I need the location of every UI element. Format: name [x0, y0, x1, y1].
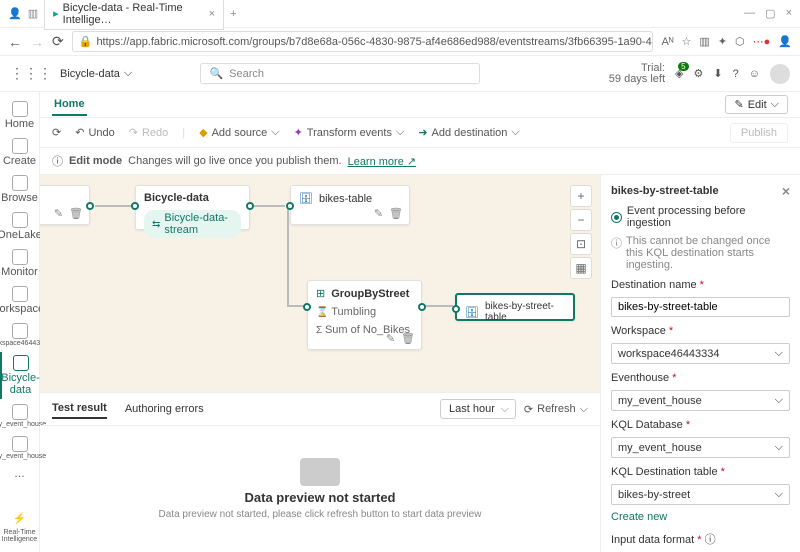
back-icon[interactable]: ←	[8, 34, 22, 50]
edit-button[interactable]: ✎ Edit ⌵	[725, 95, 788, 114]
delete-icon[interactable]: 🗑	[401, 332, 415, 345]
map-icon[interactable]: ▦	[570, 257, 592, 279]
profile2-icon[interactable]: 👤	[778, 35, 792, 48]
avatar[interactable]	[770, 64, 790, 84]
nav-onelake[interactable]: OneLake	[0, 209, 39, 244]
gear-icon[interactable]: ⚙	[694, 67, 704, 80]
nav-more[interactable]: …	[0, 465, 39, 483]
nav-event-house2[interactable]: my_event_house	[0, 433, 39, 463]
workspace-select[interactable]: workspace46443334⌵	[611, 343, 790, 364]
reload-icon[interactable]: ⟳	[52, 33, 64, 50]
trial-status: Trial: 59 days left	[609, 63, 665, 85]
url-text: https://app.fabric.microsoft.com/groups/…	[96, 36, 653, 48]
radio-processing[interactable]: Event processing before ingestion	[611, 205, 790, 229]
close-panel-icon[interactable]: ×	[782, 183, 790, 199]
download-icon[interactable]: ⬇	[713, 67, 722, 80]
edit-icon[interactable]: ✎	[54, 207, 63, 220]
publish-button: Publish	[730, 123, 788, 143]
ext2-icon[interactable]: ⬡	[735, 35, 745, 48]
redo-button: ↷ Redo	[129, 126, 169, 139]
transform-button[interactable]: ✦ Transform events ⌵	[294, 126, 405, 139]
nav-realtime[interactable]: ⚡Real-Time Intelligence	[0, 509, 39, 546]
refresh-button[interactable]: ⟳ Refresh ⌵	[524, 403, 588, 416]
preview-empty: Data preview not started Data preview no…	[40, 426, 600, 552]
nav-workspace4[interactable]: workspace46443334	[0, 320, 39, 350]
diamond-icon[interactable]: ◈	[675, 67, 683, 80]
fit-icon[interactable]: ⊡	[570, 233, 592, 255]
help-icon[interactable]: ?	[733, 68, 739, 80]
chevron-down-icon: ⌵	[124, 67, 132, 80]
node-group[interactable]: ⊞GroupByStreet ⌛ Tumbling Σ Sum of No_Bi…	[307, 280, 422, 350]
forward-icon: →	[30, 34, 44, 50]
minimize-icon[interactable]: —	[744, 7, 755, 20]
time-range-select[interactable]: Last hour	[440, 399, 516, 419]
node-bikes-table[interactable]: 🗄bikes-table ✎🗑	[290, 185, 410, 225]
nav-workspaces[interactable]: Workspaces	[0, 283, 39, 318]
url-field[interactable]: 🔒 https://app.fabric.microsoft.com/group…	[72, 31, 654, 52]
zoom-in-icon[interactable]: +	[570, 185, 592, 207]
add-source-button[interactable]: ◆ Add source ⌵	[199, 126, 279, 139]
kql-table-select[interactable]: bikes-by-street⌵	[611, 484, 790, 505]
left-nav: Home Create Browse OneLake Monitor Works…	[0, 92, 40, 552]
dest-name-input[interactable]	[611, 297, 790, 317]
canvas[interactable]: ✎🗑 Bicycle-data ⇆ Bicycle-data-stream 🗄b…	[40, 175, 600, 392]
undo-button[interactable]: ↶ Undo	[75, 126, 115, 139]
delete-icon[interactable]: 🗑	[389, 207, 403, 220]
maximize-icon[interactable]: ▢	[765, 7, 775, 20]
close-window-icon[interactable]: ×	[786, 7, 792, 20]
tab-authoring-errors[interactable]: Authoring errors	[125, 400, 204, 418]
database-icon: 🗄	[465, 306, 479, 319]
breadcrumb[interactable]: Bicycle-data ⌵	[60, 67, 132, 80]
stream-pill: ⇆ Bicycle-data-stream	[144, 210, 241, 238]
node-dest[interactable]: 🗄bikes-by-street-table	[455, 293, 575, 321]
node-source[interactable]: Bicycle-data ⇆ Bicycle-data-stream	[135, 185, 250, 230]
group-icon: ⊞	[316, 287, 325, 300]
info-icon: ⓘ	[52, 153, 63, 169]
search-icon: 🔍	[209, 67, 223, 80]
tab-title: Bicycle-data - Real-Time Intellige…	[63, 2, 199, 26]
panel-note: ⓘThis cannot be changed once this KQL de…	[611, 235, 790, 271]
delete-icon[interactable]: 🗑	[69, 207, 83, 220]
nav-browse[interactable]: Browse	[0, 172, 39, 207]
read-icon[interactable]: Aᴺ	[661, 36, 673, 48]
info-bar: ⓘ Edit mode Changes will go live once yo…	[40, 148, 800, 175]
edit-icon[interactable]: ✎	[374, 207, 383, 220]
browser-tab[interactable]: ▸ Bicycle-data - Real-Time Intellige… ×	[44, 0, 224, 30]
edit-icon[interactable]: ✎	[386, 332, 395, 345]
zoom-controls: + − ⊡ ▦	[570, 185, 592, 279]
info-icon[interactable]: ⓘ	[705, 534, 716, 546]
close-tab-icon[interactable]: ×	[209, 8, 215, 20]
nav-create[interactable]: Create	[0, 135, 39, 170]
nav-home[interactable]: Home	[0, 98, 39, 133]
lock-icon: 🔒	[79, 35, 93, 48]
nav-monitor[interactable]: Monitor	[0, 246, 39, 281]
nav-bicycle-data[interactable]: Bicycle-data	[0, 352, 39, 399]
nav-event-house1[interactable]: my_event_house	[0, 401, 39, 431]
collections-icon[interactable]: ▥	[699, 35, 709, 48]
database-icon: 🗄	[299, 192, 313, 205]
new-tab-icon[interactable]: +	[230, 8, 236, 20]
ext3-icon[interactable]: ⋯●	[753, 35, 771, 48]
refresh-icon[interactable]: ⟳	[52, 126, 61, 139]
profile-icon[interactable]: 👤	[8, 7, 22, 20]
smile-icon[interactable]: ☺	[749, 68, 760, 80]
tab-test-result[interactable]: Test result	[52, 399, 107, 419]
add-dest-button[interactable]: ➜ Add destination ⌵	[418, 126, 519, 139]
learn-more-link[interactable]: Learn more ↗	[348, 155, 417, 168]
star-icon[interactable]: ☆	[682, 35, 692, 48]
tabs-icon[interactable]: ▥	[28, 7, 38, 20]
tab-home[interactable]: Home	[52, 94, 87, 116]
create-new-link[interactable]: Create new	[611, 511, 790, 523]
eventhouse-select[interactable]: my_event_house⌵	[611, 390, 790, 411]
ext1-icon[interactable]: ✦	[718, 35, 727, 48]
kql-db-select[interactable]: my_event_house⌵	[611, 437, 790, 458]
zoom-out-icon[interactable]: −	[570, 209, 592, 231]
plug-icon	[300, 458, 340, 486]
search-input[interactable]: 🔍 Search	[200, 63, 480, 84]
node-start[interactable]: ✎🗑	[40, 185, 90, 225]
details-panel: bikes-by-street-table× Event processing …	[600, 175, 800, 552]
app-launcher-icon[interactable]: ⋮⋮⋮	[10, 65, 52, 82]
